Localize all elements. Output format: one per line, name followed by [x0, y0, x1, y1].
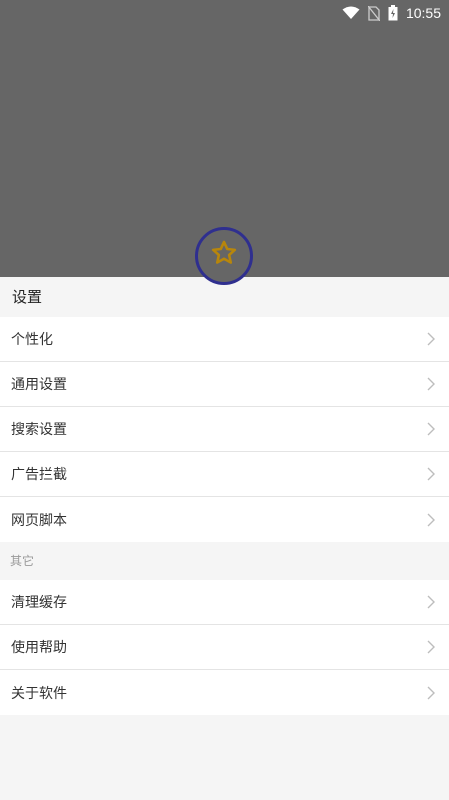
- menu-item-label: 搜索设置: [11, 422, 67, 438]
- menu-item-general-settings[interactable]: 通用设置: [0, 362, 449, 407]
- no-sim-icon: [367, 5, 380, 21]
- chevron-right-icon: [427, 422, 435, 436]
- menu-item-search-settings[interactable]: 搜索设置: [0, 407, 449, 452]
- menu-item-help[interactable]: 使用帮助: [0, 625, 449, 670]
- menu-item-about[interactable]: 关于软件: [0, 670, 449, 715]
- menu-item-personalize[interactable]: 个性化: [0, 317, 449, 362]
- status-time: 10:55: [405, 5, 441, 21]
- chevron-right-icon: [427, 513, 435, 527]
- chevron-right-icon: [427, 595, 435, 609]
- favorite-button[interactable]: [195, 227, 253, 285]
- star-icon: [210, 239, 238, 267]
- section-label-other: 其它: [0, 542, 449, 580]
- chevron-right-icon: [427, 377, 435, 391]
- menu-item-label: 使用帮助: [11, 640, 67, 656]
- menu-item-label: 关于软件: [11, 685, 67, 702]
- menu-item-label: 广告拦截: [11, 467, 67, 483]
- chevron-right-icon: [427, 686, 435, 700]
- settings-sheet: 设置 个性化 通用设置 搜索设置 广告拦截 网页脚本 其它 清理缓存 使用帮助: [0, 277, 449, 800]
- chevron-right-icon: [427, 640, 435, 654]
- wifi-icon: [342, 6, 360, 20]
- menu-item-label: 个性化: [11, 332, 53, 348]
- other-list: 清理缓存 使用帮助 关于软件: [0, 580, 449, 715]
- menu-item-label: 清理缓存: [11, 595, 67, 611]
- menu-item-clear-cache[interactable]: 清理缓存: [0, 580, 449, 625]
- chevron-right-icon: [427, 332, 435, 346]
- menu-item-web-scripts[interactable]: 网页脚本: [0, 497, 449, 542]
- menu-item-ad-block[interactable]: 广告拦截: [0, 452, 449, 497]
- battery-icon: [388, 5, 398, 21]
- menu-item-label: 网页脚本: [11, 512, 67, 529]
- menu-item-label: 通用设置: [11, 377, 67, 393]
- settings-list: 个性化 通用设置 搜索设置 广告拦截 网页脚本: [0, 317, 449, 542]
- chevron-right-icon: [427, 467, 435, 481]
- status-bar: 10:55: [0, 0, 449, 26]
